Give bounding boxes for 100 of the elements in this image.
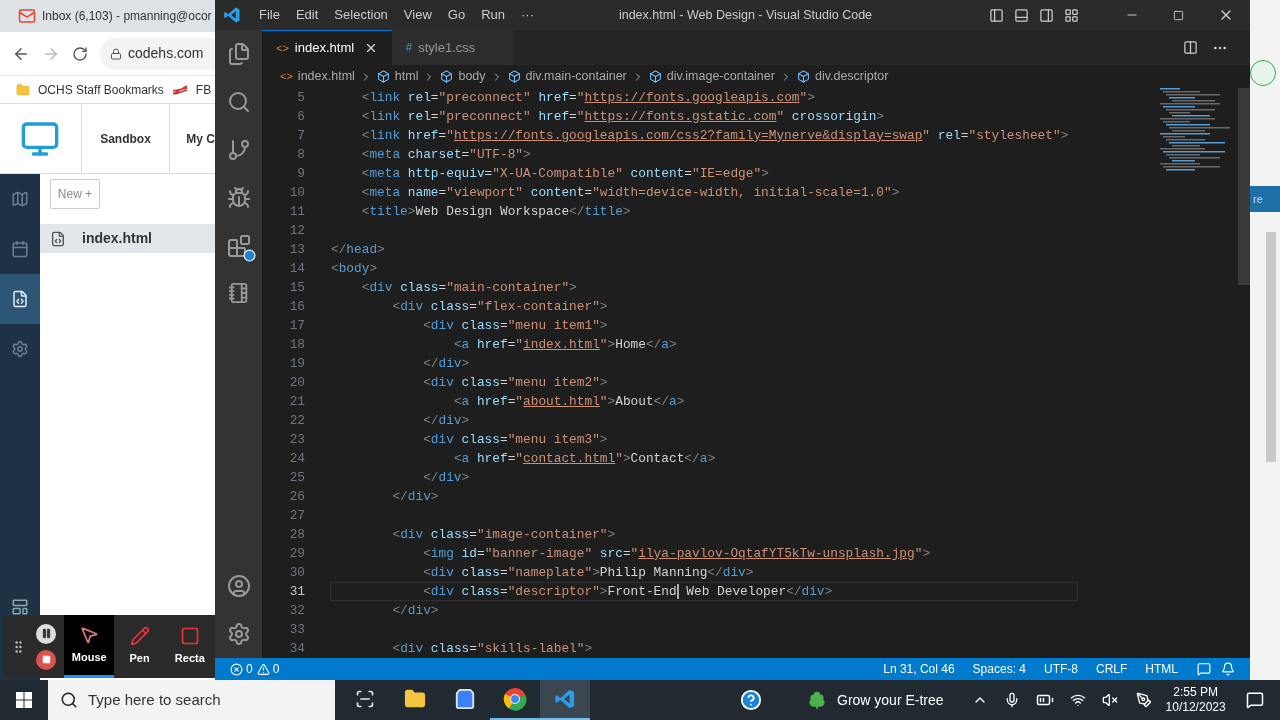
notebook-icon[interactable] (227, 282, 250, 304)
file-row[interactable]: index.html (40, 224, 215, 253)
reload-icon[interactable] (72, 45, 88, 62)
stop-button[interactable] (36, 649, 57, 670)
tab-label: index.html (294, 39, 355, 58)
new-button[interactable]: New + (50, 179, 100, 209)
breadcrumb-item[interactable]: div.main-container (525, 67, 627, 86)
flag-icon (171, 84, 188, 95)
menu-item[interactable]: ··· (513, 5, 542, 25)
code-line: </div> (422, 354, 470, 373)
breadcrumb-item[interactable]: div.image-container (666, 67, 775, 86)
menu-item[interactable]: Run (473, 5, 513, 25)
bookmark-link[interactable]: OCHS Staff Bookmarks (38, 80, 164, 99)
menu-item[interactable]: View (395, 5, 440, 25)
line-number: 19 (288, 354, 305, 373)
scrollbar[interactable] (1238, 88, 1250, 285)
files-icon[interactable] (226, 42, 251, 66)
warning-count[interactable]: 0 (272, 660, 280, 678)
address-field[interactable]: codehs.com (100, 37, 215, 70)
status-item[interactable]: Spaces: 4 (963, 660, 1035, 678)
windows-start-icon[interactable] (16, 692, 32, 708)
element-icon (648, 70, 662, 83)
scrollbar[interactable] (1266, 232, 1276, 462)
status-item[interactable]: HTML (1136, 660, 1187, 678)
feedback-icon[interactable] (1197, 662, 1211, 676)
help-icon[interactable] (740, 689, 762, 711)
menu-item[interactable]: Selection (326, 5, 396, 25)
notifications-icon[interactable] (1245, 691, 1264, 709)
menu-item[interactable]: Edit (287, 5, 327, 25)
line-number: 8 (296, 145, 305, 164)
code-line: <div class="main-container"> (360, 278, 577, 297)
breadcrumb-item[interactable]: html (394, 67, 419, 86)
search-icon[interactable] (226, 90, 251, 114)
line-number: 14 (288, 259, 305, 278)
code-icon (11, 290, 29, 308)
error-icon[interactable] (230, 662, 243, 676)
line-number: 25 (288, 468, 305, 487)
nav-link[interactable]: Sandbox (81, 104, 171, 173)
lock-icon (110, 47, 122, 60)
status-item[interactable]: Ln 31, Col 46 (874, 660, 964, 678)
code-line: <a href="contact.html">Contact</a> (452, 449, 716, 468)
task-view-icon (355, 689, 375, 709)
maximize-icon[interactable] (1173, 9, 1184, 21)
pen-icon[interactable] (1135, 692, 1152, 708)
mute-icon[interactable] (1101, 692, 1118, 708)
bookmark-folder-icon (16, 82, 30, 97)
html-file-icon (50, 230, 66, 247)
store-icon (454, 688, 476, 710)
layout-icon[interactable] (11, 598, 29, 616)
widget-label[interactable]: Grow your E-tree (837, 689, 944, 711)
menu-item[interactable]: File (251, 5, 288, 25)
line-number: 26 (288, 487, 305, 506)
branch-icon[interactable] (226, 138, 251, 162)
layout-icon[interactable] (1064, 7, 1079, 23)
nav-link[interactable]: My C (170, 104, 215, 173)
banner-text: re (1252, 191, 1263, 207)
code-line: <div class="descriptor">Front-End Web Developer</div> (422, 582, 833, 602)
extensions-icon[interactable] (226, 234, 251, 258)
element-icon (796, 70, 810, 83)
warning-icon[interactable] (256, 662, 270, 676)
editor-tab[interactable]: <> index.html (262, 30, 393, 65)
debug-icon[interactable] (226, 186, 251, 210)
window-title: index.html - Web Design - Visual Studio Code (617, 6, 874, 24)
bookmark-link[interactable]: FB (195, 80, 212, 99)
status-item[interactable]: UTF-8 (1035, 660, 1087, 678)
recorder-tool[interactable]: Recta (164, 615, 215, 678)
settings-icon[interactable] (226, 622, 251, 646)
error-count[interactable]: 0 (246, 660, 253, 678)
taskbar-search-field[interactable]: Type here to search (48, 680, 335, 720)
file-type-glyph: <> (280, 69, 293, 85)
menu-dots-button[interactable] (1250, 60, 1276, 86)
toggle-sidebar-icon[interactable] (989, 7, 1004, 23)
line-number: 28 (288, 525, 305, 544)
code-line: <div class="flex-container"> (391, 297, 608, 316)
file-type-glyph: # (406, 40, 413, 56)
editor-tab[interactable]: # style1.css (392, 30, 514, 65)
menu-item[interactable]: Go (439, 5, 474, 25)
bell-icon[interactable] (1221, 662, 1235, 676)
code-line: <link rel="preconnect" href="https://fonts.googleapis.com"> (360, 88, 815, 107)
wifi-icon[interactable] (1069, 692, 1086, 708)
toggle-panel-icon[interactable] (1014, 7, 1029, 23)
breadcrumb-item[interactable]: div.descriptor (814, 67, 889, 86)
clock-date[interactable]: 10/12/2023 (1165, 700, 1226, 715)
breadcrumb-item[interactable]: index.html (297, 67, 355, 86)
account-icon[interactable] (226, 574, 251, 598)
clock-time[interactable]: 2:55 PM (1173, 685, 1218, 700)
pause-button[interactable] (36, 623, 57, 644)
breadcrumb-item[interactable]: body (458, 67, 486, 86)
status-item[interactable]: CRLF (1087, 660, 1137, 678)
code-line: <meta http-equiv="X-UA-Compatible" content="IE=edge"> (360, 164, 769, 183)
tree-icon[interactable] (807, 690, 827, 710)
split-editor-icon[interactable] (1183, 40, 1198, 55)
toggle-secondary-sidebar-icon[interactable] (1039, 7, 1054, 23)
line-number: 18 (288, 335, 305, 354)
code-line: <div class="skills-label"> (391, 639, 593, 658)
code-line: </div> (391, 601, 439, 620)
side-nav-item[interactable] (0, 274, 40, 324)
code-line: <div class="menu item1"> (422, 316, 608, 335)
recorder-tool[interactable]: Mouse (64, 615, 115, 678)
recorder-tool[interactable]: Pen (114, 615, 165, 678)
